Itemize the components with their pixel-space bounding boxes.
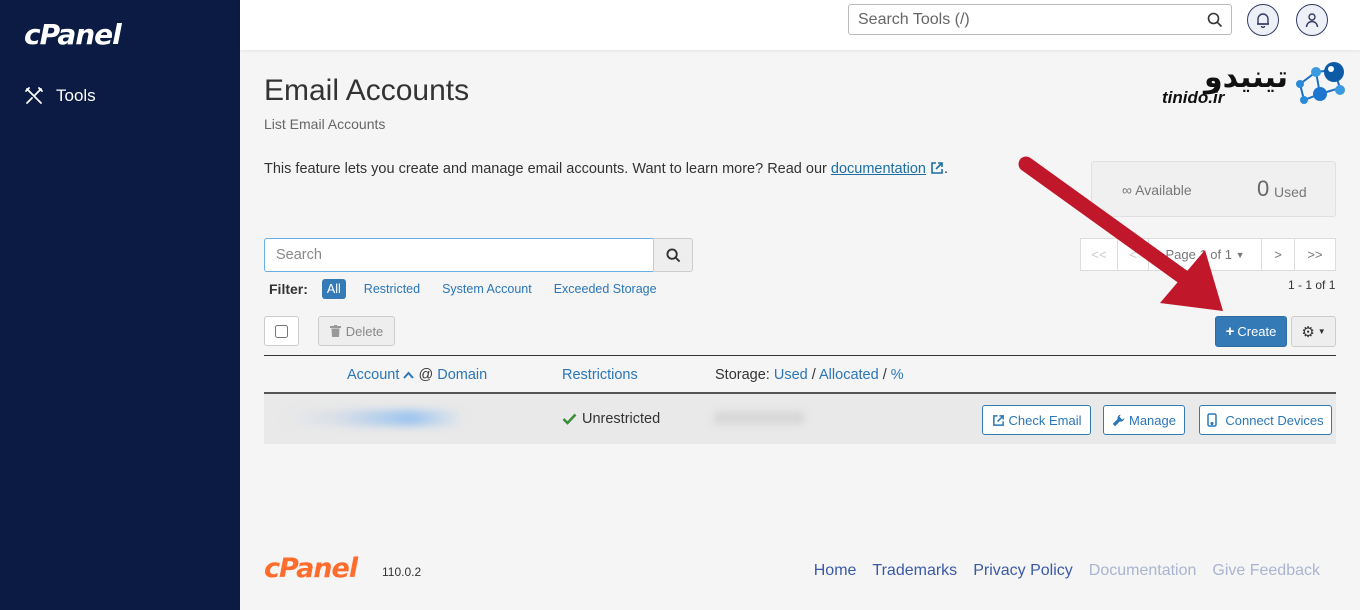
connect-devices-label: Connect Devices (1225, 412, 1324, 428)
prev-page-button[interactable]: < (1117, 238, 1149, 271)
external-link-icon (992, 414, 1004, 426)
used-count: 0 (1257, 176, 1270, 201)
footer-cpanel-logo[interactable]: cPanel (264, 553, 358, 584)
select-all (264, 316, 299, 346)
filter-exceeded-storage[interactable]: Exceeded Storage (554, 282, 657, 296)
tinido-latin-text: tinido.ir (1162, 88, 1225, 107)
plus-icon: + (1225, 323, 1235, 340)
filter-system-account[interactable]: System Account (442, 282, 532, 296)
wrench-icon (1112, 413, 1125, 426)
page-subtitle: List Email Accounts (264, 116, 386, 132)
blurred-account-address (284, 410, 464, 426)
next-page-button[interactable]: > (1261, 238, 1295, 271)
manage-label: Manage (1129, 412, 1176, 428)
sort-allocated-link[interactable]: Allocated (819, 367, 879, 383)
search-tools (848, 4, 1232, 35)
blurred-storage-value (714, 412, 804, 424)
sort-domain-link[interactable]: Domain (437, 367, 487, 383)
tools-icon (25, 87, 43, 104)
table-header: Account @ Domain Restrictions Storage: U… (264, 356, 1336, 393)
first-page-button[interactable]: << (1080, 238, 1118, 271)
sort-used-link[interactable]: Used (774, 367, 808, 383)
delete-label: Delete (345, 323, 384, 339)
user-menu-button[interactable] (1296, 4, 1328, 36)
search-tools-input[interactable] (849, 5, 1189, 34)
restriction-status: Unrestricted (562, 411, 660, 427)
page-title: Email Accounts (264, 74, 470, 107)
intro-text: This feature lets you create and manage … (264, 161, 948, 177)
intro-end: . (944, 161, 949, 177)
create-label: Create (1237, 324, 1277, 339)
restriction-label: Unrestricted (582, 411, 661, 427)
filter-bar: Filter: All Restricted System Account Ex… (269, 279, 679, 299)
sidebar-item-label: Tools (56, 86, 96, 105)
account-search-input[interactable] (265, 239, 653, 271)
infinity-symbol: ∞ (1122, 182, 1132, 198)
search-icon (665, 247, 680, 262)
notifications-button[interactable] (1247, 4, 1279, 36)
pagination: << < Page 1 of 1 ▼ > >> (1080, 238, 1336, 271)
pagination-range: 1 - 1 of 1 (1288, 278, 1336, 292)
trash-icon (329, 325, 341, 337)
documentation-link[interactable]: documentation (831, 161, 926, 177)
search-icon[interactable] (1207, 12, 1223, 28)
delete-button[interactable]: Delete (318, 316, 395, 346)
cpanel-logo[interactable]: cPanel (24, 18, 122, 51)
used-label: Used (1274, 184, 1307, 200)
create-button[interactable]: + Create (1215, 316, 1287, 347)
storage-header: Storage: Used / Allocated / % (715, 367, 904, 383)
gear-icon: ⚙ (1301, 323, 1315, 341)
check-email-label: Check Email (1008, 412, 1082, 428)
usage-summary: ∞ Available 0 Used (1091, 161, 1336, 217)
external-link-icon[interactable] (930, 161, 944, 175)
caret-down-icon: ▼ (1235, 249, 1245, 260)
footer-links: Home Trademarks Privacy Policy Documenta… (798, 562, 1320, 580)
connect-devices-button[interactable]: Connect Devices (1199, 405, 1332, 435)
filter-restricted[interactable]: Restricted (364, 282, 420, 296)
select-all-checkbox[interactable] (275, 324, 288, 338)
bell-icon (1257, 13, 1269, 28)
version-label: 110.0.2 (382, 565, 422, 579)
footer-link-home[interactable]: Home (814, 562, 857, 580)
manage-button[interactable]: Manage (1103, 405, 1185, 435)
account-search (264, 238, 654, 272)
caret-down-icon: ▼ (1317, 327, 1326, 336)
sort-account-link[interactable]: Account (347, 367, 399, 383)
sidebar: cPanel Tools (0, 0, 240, 610)
sort-percent-link[interactable]: % (891, 367, 904, 383)
sidebar-item-tools[interactable]: Tools (24, 86, 96, 106)
molecule-icon (1296, 62, 1345, 104)
at-sign: @ (418, 367, 434, 383)
footer-link-privacy-policy[interactable]: Privacy Policy (973, 562, 1073, 580)
restrictions-header: Restrictions (562, 367, 638, 383)
sort-up-icon[interactable] (403, 371, 415, 379)
user-icon (1305, 13, 1319, 28)
footer-link-give-feedback[interactable]: Give Feedback (1212, 562, 1320, 580)
filter-all[interactable]: All (321, 279, 346, 299)
table-row: Unrestricted Check Email Manage Connect … (264, 394, 1336, 444)
available-label: Available (1135, 182, 1192, 198)
check-icon (562, 413, 577, 425)
storage-label: Storage: (715, 367, 770, 383)
footer-link-trademarks[interactable]: Trademarks (872, 562, 957, 580)
filter-label: Filter: (269, 281, 308, 297)
check-email-button[interactable]: Check Email (982, 405, 1091, 435)
tinido-logo: تینیدو tinido.ir (1160, 60, 1350, 110)
available-count: ∞ Available (1122, 182, 1192, 198)
footer-link-documentation[interactable]: Documentation (1089, 562, 1197, 580)
settings-dropdown[interactable]: ⚙ ▼ (1291, 316, 1336, 347)
page-select[interactable]: Page 1 of 1 ▼ (1148, 238, 1262, 271)
mobile-phone-icon (1207, 413, 1218, 427)
last-page-button[interactable]: >> (1294, 238, 1336, 271)
sort-restrictions-link[interactable]: Restrictions (562, 367, 638, 383)
top-header (240, 0, 1360, 50)
page-label: Page 1 of 1 (1165, 247, 1232, 262)
account-search-button[interactable] (653, 238, 693, 272)
account-domain-header: Account @ Domain (347, 367, 487, 383)
intro-sentence: This feature lets you create and manage … (264, 161, 831, 177)
